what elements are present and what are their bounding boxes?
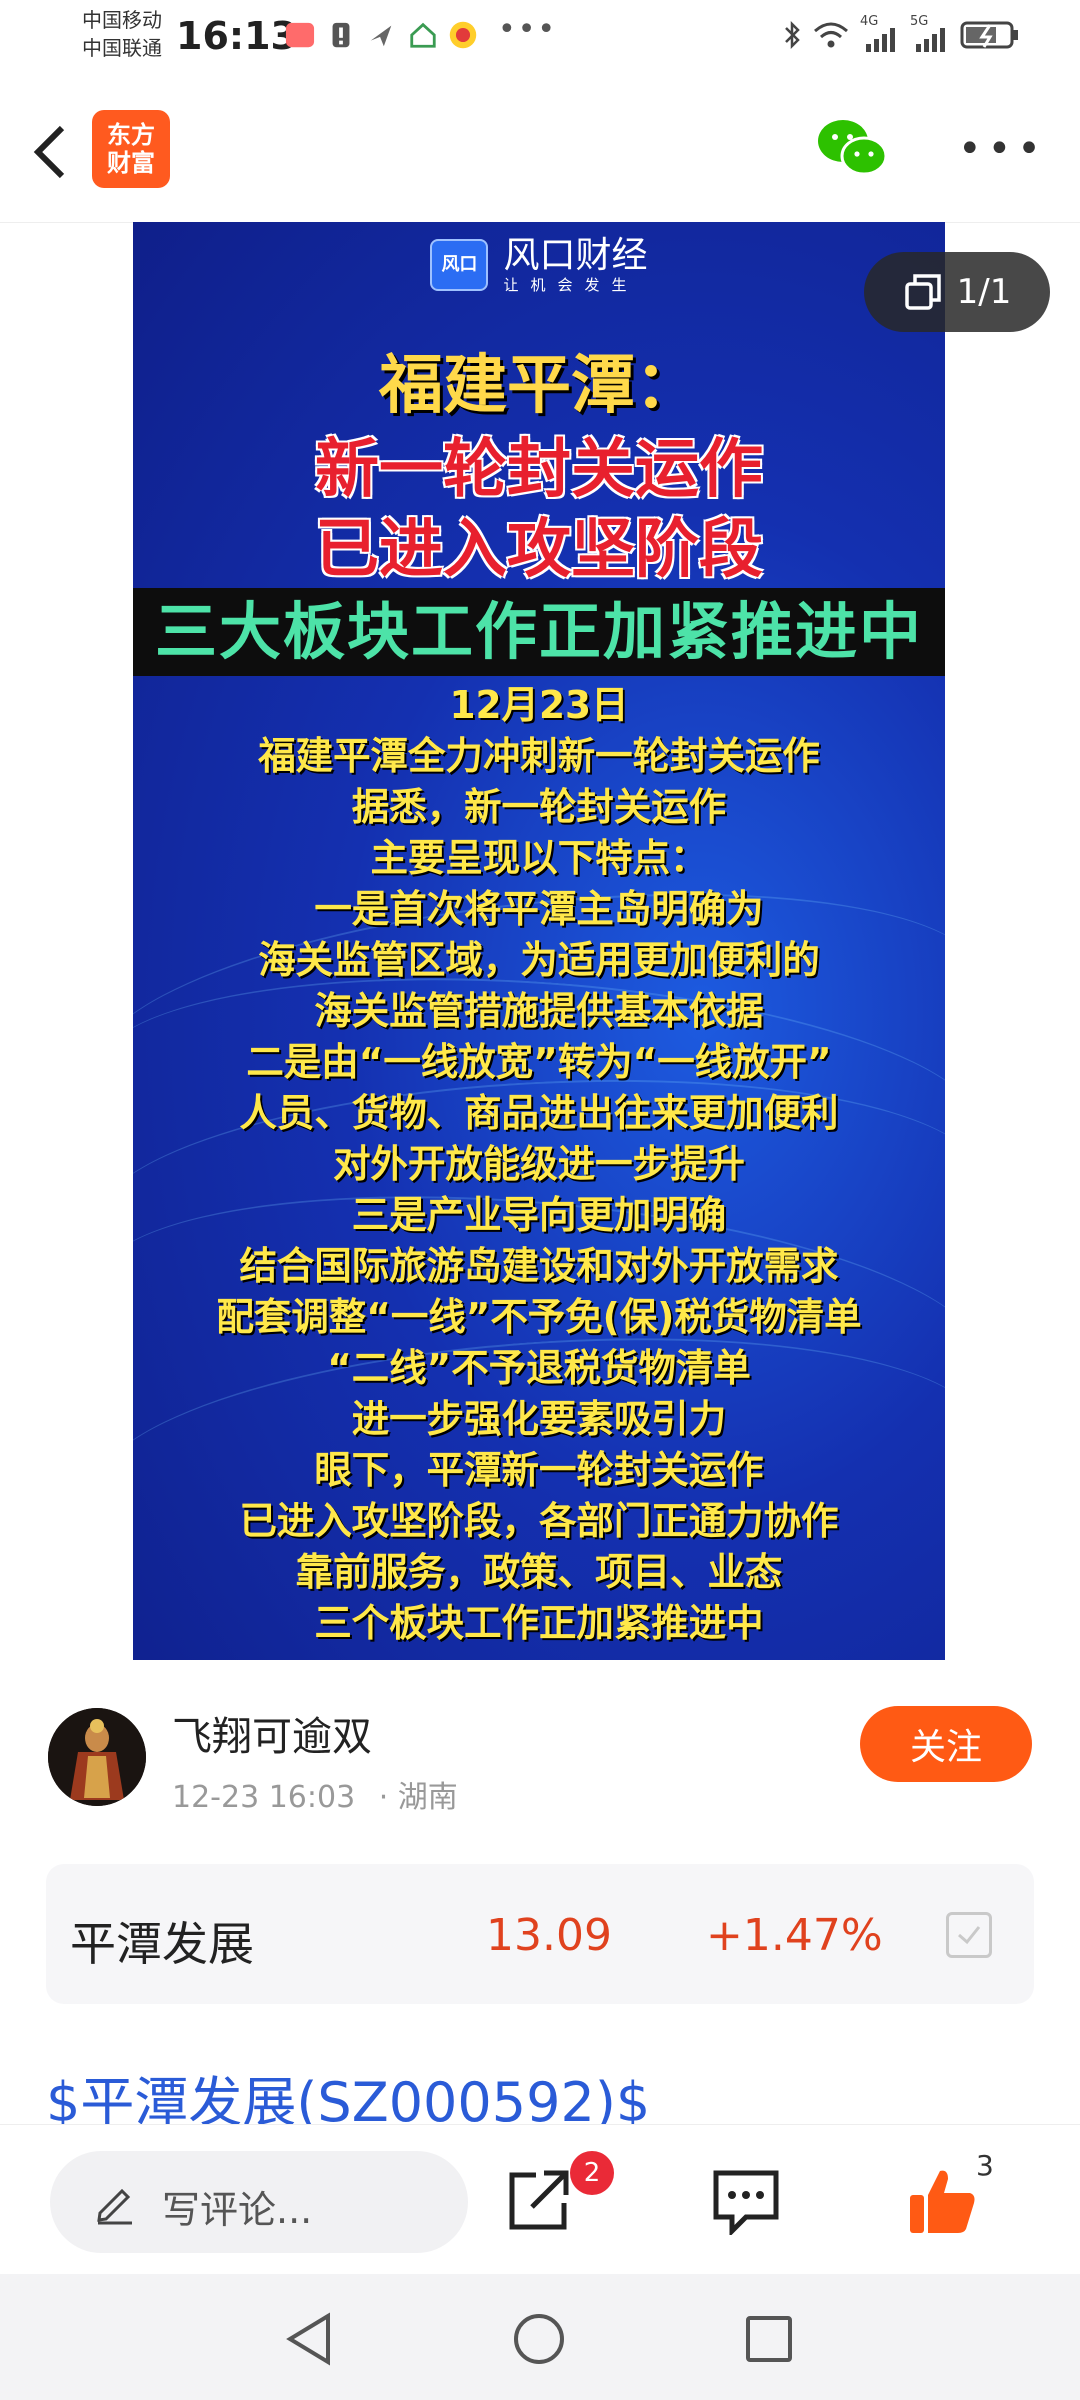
- author-avatar[interactable]: [48, 1708, 146, 1806]
- stock-name: 平潭发展: [70, 1917, 254, 1971]
- poster-body-line: 福建平潭全力冲刺新一轮封关运作: [258, 734, 820, 778]
- nav-back-icon[interactable]: [284, 2312, 334, 2366]
- poster-banner: 三大板块工作正加紧推进中: [133, 588, 945, 676]
- check-icon: [958, 1926, 981, 1945]
- gallery-icon: [904, 274, 941, 310]
- thumbs-up-icon: [910, 2170, 975, 2233]
- carrier-2: 中国联通: [82, 36, 162, 60]
- like-count: 3: [976, 2149, 994, 2182]
- poster-title-line-3: 已进入攻坚阶段: [315, 513, 763, 587]
- pencil-icon: [97, 2188, 132, 2225]
- poster-body-line: 二是由“一线放宽”转为“一线放开”: [246, 1040, 832, 1084]
- poster-brand-logo: 风口: [430, 239, 489, 291]
- poster-body-line: 眼下，平潭新一轮封关运作: [314, 1448, 764, 1492]
- poster-body-line: 三是产业导向更加明确: [351, 1193, 727, 1237]
- poster-brand: 风口 风口财经 让机会发生: [133, 236, 945, 294]
- home-ai-icon: [410, 22, 436, 48]
- poster-title-line-1: 福建平潭：: [379, 349, 699, 423]
- logo-line-2: 财富: [107, 149, 155, 177]
- app-mascot-icon: [449, 21, 477, 49]
- carrier-1: 中国移动: [82, 8, 162, 32]
- wechat-share-icon[interactable]: [816, 116, 888, 178]
- nav-recents-icon[interactable]: [744, 2314, 794, 2364]
- alert-icon: [332, 22, 350, 48]
- status-bar: 中国移动 中国联通 16:13 ••• 4G 5G: [0, 0, 1080, 72]
- battery-icon: [960, 21, 1018, 49]
- bluetooth-icon: [785, 20, 800, 50]
- poster-body-line: 靠前服务，政策、项目、业态: [295, 1550, 783, 1594]
- like-button[interactable]: 3: [904, 2149, 1014, 2243]
- back-icon[interactable]: [28, 122, 72, 182]
- send-icon: [370, 25, 392, 47]
- app-notification-icon: [285, 22, 315, 48]
- poster-body-line: 一是首次将平潭主岛明确为: [314, 887, 764, 931]
- poster-body-line: 据悉，新一轮封关运作: [351, 785, 727, 829]
- poster-body-line: 结合国际旅游岛建设和对外开放需求: [239, 1244, 839, 1288]
- status-right-cluster: 4G 5G: [782, 14, 1020, 52]
- post-meta: 12-23 16:03 · 湖南: [172, 1772, 458, 1816]
- comments-button[interactable]: [710, 2167, 782, 2239]
- poster-brand-name: 风口财经: [503, 235, 648, 276]
- poster-body-line: 进一步强化要素吸引力: [351, 1397, 727, 1441]
- logo-line-1: 东方: [107, 121, 155, 149]
- comment-input[interactable]: 写评论...: [50, 2151, 468, 2253]
- poster-body-line: 配套调整“一线”不予免(保)税货物清单: [216, 1295, 862, 1339]
- signal-4g-icon: 4G: [860, 14, 900, 52]
- nav-home-icon[interactable]: [512, 2312, 566, 2366]
- news-poster-image[interactable]: 风口 风口财经 让机会发生 福建平潭： 新一轮封关运作 已进入攻坚阶段 三大板块…: [133, 222, 945, 1660]
- follow-button[interactable]: 关注: [860, 1706, 1032, 1782]
- comment-placeholder: 写评论...: [162, 2188, 313, 2232]
- add-watchlist-checkbox[interactable]: [946, 1912, 992, 1958]
- poster-body-line: 已进入攻坚阶段，各部门正通力协作: [239, 1499, 839, 1543]
- system-nav-bar: [0, 2274, 1080, 2400]
- post-location: · 湖南: [378, 1780, 458, 1815]
- image-counter[interactable]: 1/1: [864, 252, 1050, 332]
- poster-body-line: 主要呈现以下特点：: [370, 836, 708, 880]
- share-icon: [509, 2170, 569, 2230]
- stock-price: 13.09: [486, 1910, 612, 1961]
- stock-change: +1.47%: [706, 1910, 883, 1961]
- signal-5g-icon: 5G: [910, 14, 950, 52]
- poster-body-line: 对外开放能级进一步提升: [333, 1142, 745, 1186]
- status-time: 16:13: [176, 14, 297, 58]
- poster-body-line: 海关监管区域，为适用更加便利的: [258, 938, 820, 982]
- poster-brand-slogan: 让机会发生: [503, 276, 639, 294]
- bottom-action-bar: 写评论... 2 3: [0, 2124, 1080, 2275]
- poster-body-line: 人员、货物、商品进出往来更加便利: [239, 1091, 839, 1135]
- poster-body-line: “二线”不予退税货物清单: [327, 1346, 751, 1390]
- author-name[interactable]: 飞翔可逾双: [172, 1704, 372, 1762]
- more-notifications-icon: •••: [498, 12, 558, 47]
- post-timestamp: 12-23 16:03: [172, 1780, 356, 1815]
- poster-title-line-2: 新一轮封关运作: [315, 433, 763, 507]
- stock-quote-card[interactable]: 平潭发展 13.09 +1.47%: [46, 1864, 1034, 2004]
- share-badge: 2: [570, 2151, 614, 2195]
- poster-body-line: 12月23日: [449, 683, 629, 727]
- image-counter-text: 1/1: [956, 272, 1012, 312]
- comment-bubble-icon: [713, 2170, 779, 2238]
- wifi-icon: [814, 22, 848, 48]
- poster-body-line: 三个板块工作正加紧推进中: [314, 1601, 764, 1645]
- more-options-icon[interactable]: •••: [958, 126, 1047, 172]
- app-header: 东方 财富 •••: [0, 72, 1080, 223]
- poster-body-line: 海关监管措施提供基本依据: [314, 989, 764, 1033]
- poster-body: 12月23日福建平潭全力冲刺新一轮封关运作 据悉，新一轮封关运作 主要呈现以下特点：…: [133, 680, 945, 1649]
- eastmoney-logo: 东方 财富: [92, 110, 170, 188]
- share-button[interactable]: 2: [504, 2151, 614, 2235]
